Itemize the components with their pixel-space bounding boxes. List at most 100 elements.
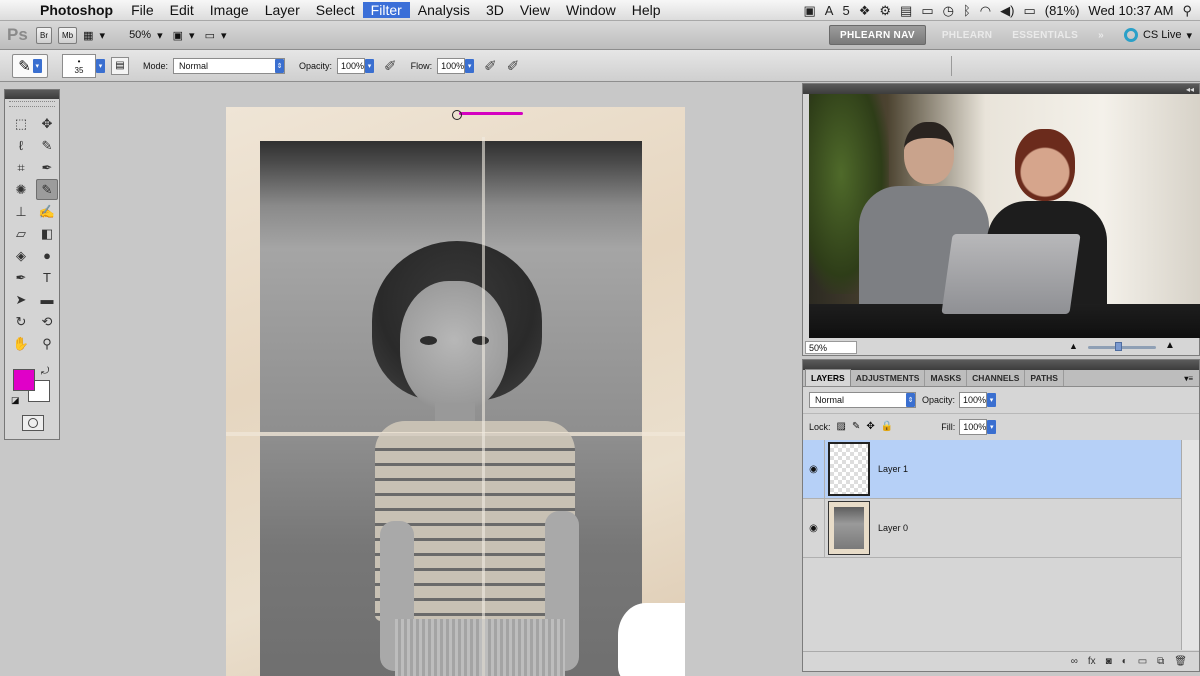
- settings-icon[interactable]: ⚙: [879, 3, 891, 19]
- adjustment-layer-icon[interactable]: ◐: [1122, 656, 1128, 667]
- 3d-rotate-tool-icon[interactable]: ↻: [10, 311, 32, 332]
- path-selection-tool-icon[interactable]: ➤: [10, 289, 32, 310]
- screen-share-icon[interactable]: ▤: [900, 3, 912, 19]
- workspace-phlearn[interactable]: PHLEARN: [932, 25, 1002, 45]
- view-extras-dropdown[interactable]: ▦ ▾: [83, 29, 105, 42]
- layers-scrollbar[interactable]: [1181, 440, 1199, 650]
- zoom-tool-icon[interactable]: ⚲: [36, 333, 58, 354]
- zoom-out-icon[interactable]: ▲: [1069, 341, 1078, 351]
- menu-image[interactable]: Image: [202, 2, 257, 18]
- blend-mode-select[interactable]: Normal ⇕: [809, 392, 916, 408]
- type-tool-icon[interactable]: T: [36, 267, 58, 288]
- default-colors-icon[interactable]: ◪: [11, 395, 20, 406]
- crop-tool-icon[interactable]: ⌗: [10, 157, 32, 178]
- quick-selection-tool-icon[interactable]: ✎: [36, 135, 58, 156]
- screen-mode-dropdown[interactable]: ▭ ▾: [205, 29, 227, 42]
- foreground-color-swatch[interactable]: [13, 369, 35, 391]
- tablet-opacity-pressure-icon[interactable]: ✐: [384, 57, 397, 75]
- marquee-tool-icon[interactable]: ⬚: [10, 113, 32, 134]
- layer-style-icon[interactable]: fx: [1088, 656, 1096, 667]
- tab-adjustments[interactable]: ADJUSTMENTS: [851, 370, 926, 386]
- tools-panel-header[interactable]: [5, 90, 59, 99]
- lock-image-pixels-icon[interactable]: ✎: [852, 421, 860, 432]
- panel-menu-icon[interactable]: ▾≡: [1184, 374, 1193, 383]
- lock-transparent-pixels-icon[interactable]: ▨: [837, 421, 846, 432]
- layer-opacity-dropdown-icon[interactable]: ▾: [987, 393, 997, 407]
- layer-visibility-eye-icon[interactable]: ◉: [803, 498, 825, 558]
- tools-panel-grip[interactable]: [9, 101, 55, 107]
- hand-tool-icon[interactable]: ✋: [10, 333, 32, 354]
- spot-healing-tool-icon[interactable]: ✺: [10, 179, 32, 200]
- layer-opacity-input[interactable]: 100%: [959, 392, 988, 408]
- link-layers-icon[interactable]: ∞: [1071, 656, 1078, 667]
- layers-panel-header[interactable]: [803, 360, 1199, 370]
- lock-position-icon[interactable]: ✥: [866, 421, 874, 432]
- swap-colors-icon[interactable]: ⤾: [41, 366, 49, 377]
- delete-layer-icon[interactable]: 🗑: [1174, 656, 1187, 667]
- menu-view[interactable]: View: [512, 2, 558, 18]
- workspace-phlearn-nav[interactable]: PHLEARN NAV: [829, 25, 926, 45]
- tab-channels[interactable]: CHANNELS: [967, 370, 1026, 386]
- opacity-dropdown-icon[interactable]: ▾: [365, 58, 375, 73]
- launch-bridge-button[interactable]: Br: [36, 26, 52, 44]
- gradient-tool-icon[interactable]: ◧: [36, 223, 58, 244]
- menu-window[interactable]: Window: [558, 2, 624, 18]
- zoom-level-dropdown[interactable]: 50% ▾: [129, 29, 163, 42]
- opacity-input[interactable]: 100%: [337, 57, 366, 74]
- airbrush-icon[interactable]: ✐: [484, 57, 497, 75]
- lock-all-icon[interactable]: 🔒: [881, 421, 893, 432]
- camera-icon[interactable]: ▣: [804, 3, 816, 19]
- clone-stamp-tool-icon[interactable]: ⊥: [10, 201, 32, 222]
- cs-live-button[interactable]: CS Live ▾: [1114, 28, 1200, 42]
- adobe-updates-icon[interactable]: A: [825, 3, 834, 18]
- tool-preset-picker[interactable]: ✎ ▾: [12, 53, 48, 78]
- dropbox-icon[interactable]: ❖: [859, 3, 871, 19]
- navigator-zoom-knob[interactable]: [1115, 342, 1122, 351]
- eyedropper-tool-icon[interactable]: ✒: [36, 157, 58, 178]
- spotlight-search-icon[interactable]: ⚲: [1182, 3, 1192, 19]
- battery-icon[interactable]: ▭: [1023, 3, 1035, 19]
- workspace-essentials[interactable]: ESSENTIALS: [1002, 25, 1088, 45]
- quick-mask-button[interactable]: [22, 415, 44, 431]
- move-tool-icon[interactable]: ✥: [36, 113, 58, 134]
- fill-dropdown-icon[interactable]: ▾: [987, 419, 997, 434]
- 3d-orbit-tool-icon[interactable]: ⟲: [36, 311, 58, 332]
- wifi-icon[interactable]: ◠: [980, 3, 991, 19]
- tab-masks[interactable]: MASKS: [925, 370, 968, 386]
- new-layer-icon[interactable]: ⧉: [1157, 656, 1164, 667]
- flow-input[interactable]: 100%: [437, 57, 466, 74]
- menu-file[interactable]: File: [123, 2, 162, 18]
- dodge-tool-icon[interactable]: ●: [36, 245, 58, 266]
- navigator-zoom-slider[interactable]: [1088, 346, 1156, 349]
- menu-edit[interactable]: Edit: [162, 2, 202, 18]
- pen-tool-icon[interactable]: ✒: [10, 267, 32, 288]
- more-workspaces-icon[interactable]: »: [1088, 25, 1114, 45]
- rectangle-tool-icon[interactable]: ▬: [36, 289, 58, 310]
- history-brush-tool-icon[interactable]: ✍: [36, 201, 58, 222]
- menu-filter[interactable]: Filter: [362, 2, 410, 18]
- fill-input[interactable]: 100%: [959, 418, 988, 435]
- layer-row-layer-0[interactable]: ◉ Layer 0: [803, 498, 1181, 558]
- navigator-panel-header[interactable]: ◂◂: [803, 84, 1199, 94]
- lasso-tool-icon[interactable]: ℓ: [10, 135, 32, 156]
- add-mask-icon[interactable]: ◙: [1106, 656, 1112, 667]
- layer-row-layer-1[interactable]: ◉ Layer 1: [803, 439, 1181, 499]
- flow-dropdown-icon[interactable]: ▾: [465, 58, 475, 73]
- eraser-tool-icon[interactable]: ▱: [10, 223, 32, 244]
- bluetooth-icon[interactable]: ᛒ: [963, 3, 971, 18]
- volume-icon[interactable]: ◀): [1000, 3, 1014, 19]
- brush-picker-arrow-icon[interactable]: ▾: [96, 58, 105, 73]
- menu-help[interactable]: Help: [624, 2, 669, 18]
- tab-layers[interactable]: LAYERS: [805, 369, 851, 386]
- menu-3d[interactable]: 3D: [478, 2, 512, 18]
- menu-layer[interactable]: Layer: [257, 2, 308, 18]
- clock[interactable]: Wed 10:37 AM: [1088, 3, 1173, 18]
- app-menu[interactable]: Photoshop: [34, 2, 123, 18]
- layer-visibility-eye-icon[interactable]: ◉: [803, 439, 825, 499]
- menu-analysis[interactable]: Analysis: [410, 2, 478, 18]
- menu-select[interactable]: Select: [308, 2, 363, 18]
- new-group-icon[interactable]: ▭: [1138, 656, 1147, 667]
- tablet-size-pressure-icon[interactable]: ✐: [507, 57, 520, 75]
- tab-paths[interactable]: PATHS: [1025, 370, 1064, 386]
- collapse-icon[interactable]: ◂◂: [1186, 85, 1194, 94]
